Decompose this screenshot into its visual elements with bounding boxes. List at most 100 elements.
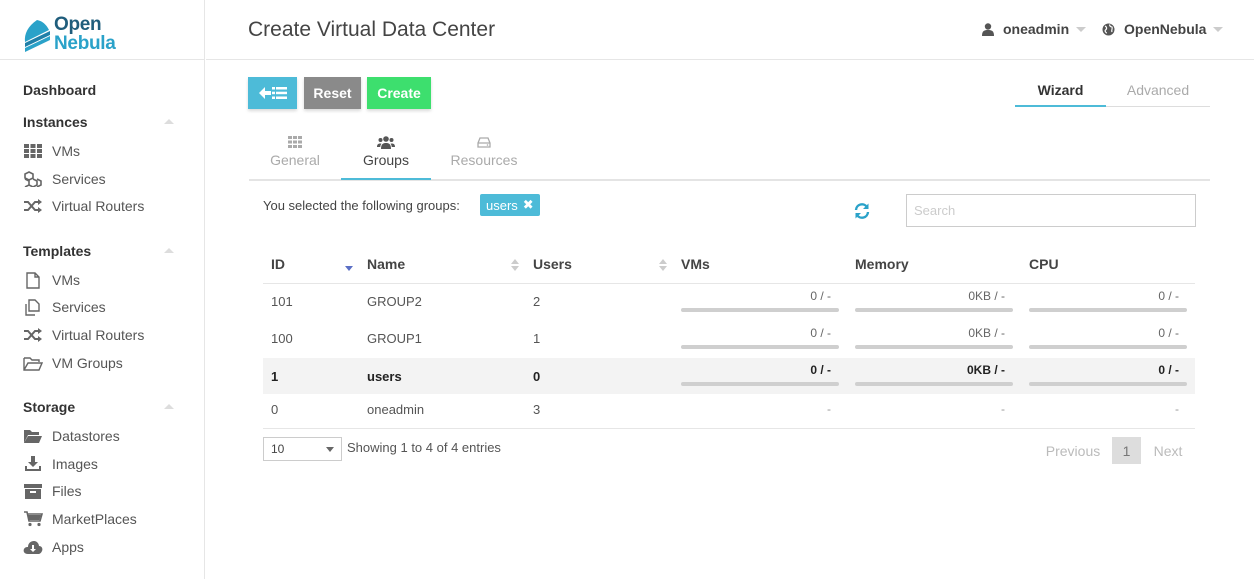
tab-advanced[interactable]: Advanced (1106, 82, 1210, 107)
cell-id: 100 (271, 331, 293, 346)
user-name: oneadmin (1003, 21, 1070, 37)
hdd-icon (477, 136, 491, 148)
table-row[interactable]: 0 oneadmin 3 - - - (263, 394, 1195, 428)
sidebar-item-label: Services (52, 299, 106, 315)
table-row[interactable]: 101 GROUP2 2 0 / - 0KB / - 0 / - (263, 284, 1195, 320)
cell-id: 101 (271, 294, 293, 309)
chevron-down-icon (326, 446, 334, 452)
vms-quota-bar (681, 308, 839, 312)
memory-quota-bar (855, 308, 1013, 312)
sidebar-item-templates-services[interactable]: Services (23, 297, 193, 317)
cell-users: 3 (533, 402, 541, 417)
sidebar-section-instances[interactable]: Instances (23, 114, 88, 130)
sidebar-section-templates[interactable]: Templates (23, 243, 91, 259)
sidebar-item-instances-services[interactable]: Services (23, 169, 193, 189)
tab-wizard[interactable]: Wizard (1015, 82, 1106, 107)
sidebar-item-label: VMs (52, 143, 80, 159)
reset-button[interactable]: Reset (304, 77, 361, 109)
sort-desc-icon[interactable] (345, 258, 353, 272)
chevron-down-icon (1076, 26, 1087, 32)
archive-icon (23, 483, 43, 499)
create-button[interactable]: Create (367, 77, 431, 109)
opennebula-logo[interactable]: Open Nebula (22, 15, 132, 55)
download-icon (23, 456, 43, 472)
sidebar-item-datastores[interactable]: Datastores (23, 426, 193, 446)
cell-cpu: 0 / - (1158, 289, 1179, 303)
tab-groups[interactable]: Groups (341, 134, 431, 180)
cloud-download-icon (23, 539, 43, 555)
cell-name: users (367, 369, 402, 384)
logo-icon (24, 20, 50, 52)
column-header-name[interactable]: Name (367, 256, 405, 272)
sidebar-item-label: VMs (52, 272, 80, 288)
pagination-page-1[interactable]: 1 (1112, 437, 1141, 464)
tab-resources[interactable]: Resources (431, 134, 537, 180)
cell-memory: 0KB / - (968, 326, 1005, 340)
folder-open-icon (23, 428, 43, 444)
collapse-caret-icon[interactable] (164, 248, 174, 253)
chevron-down-icon (1213, 26, 1224, 32)
globe-icon (1102, 23, 1115, 35)
table-row-selected[interactable]: 1 users 0 0 / - 0KB / - 0 / - (263, 358, 1195, 394)
cell-vms: 0 / - (810, 289, 831, 303)
folder-open-icon (23, 355, 43, 371)
users-icon (377, 135, 395, 149)
column-header-memory: Memory (855, 256, 909, 272)
cpu-quota-bar (1029, 345, 1187, 349)
memory-quota-bar (855, 345, 1013, 349)
sidebar-item-label: Services (52, 171, 106, 187)
back-to-list-button[interactable] (248, 77, 297, 109)
tab-label: General (270, 152, 320, 168)
cell-cpu: 0 / - (1158, 326, 1179, 340)
sidebar-item-marketplaces[interactable]: MarketPlaces (23, 509, 193, 529)
cell-vms: 0 / - (810, 326, 831, 340)
sidebar-item-templates-vms[interactable]: VMs (23, 270, 193, 290)
refresh-icon[interactable] (853, 202, 871, 220)
random-icon (23, 198, 43, 214)
sidebar-item-files[interactable]: Files (23, 481, 193, 501)
page-length-select[interactable]: 10 (263, 437, 342, 461)
sort-icon[interactable] (511, 258, 519, 272)
cell-vms: - (827, 402, 831, 416)
sidebar-item-instances-virtual-routers[interactable]: Virtual Routers (23, 196, 193, 216)
sidebar-item-templates-vm-groups[interactable]: VM Groups (23, 353, 193, 373)
sidebar-section-storage[interactable]: Storage (23, 399, 75, 415)
sidebar-item-images[interactable]: Images (23, 454, 193, 474)
cell-cpu: - (1175, 402, 1179, 416)
sort-icon[interactable] (659, 258, 667, 272)
top-bar: Create Virtual Data Center oneadmin Open… (206, 0, 1254, 60)
files-icon (23, 298, 43, 316)
sidebar-item-instances-vms[interactable]: VMs (23, 141, 193, 161)
pagination-next[interactable]: Next (1146, 437, 1190, 464)
search-input[interactable] (906, 194, 1196, 227)
logo-text-open: Open (54, 14, 102, 35)
logo-text-nebula: Nebula (54, 33, 116, 54)
close-icon[interactable]: ✖ (523, 197, 534, 213)
collapse-caret-icon[interactable] (164, 404, 174, 409)
table-row[interactable]: 100 GROUP1 1 0 / - 0KB / - 0 / - (263, 321, 1195, 357)
column-header-vms: VMs (681, 256, 710, 272)
column-header-id[interactable]: ID (271, 256, 285, 272)
user-icon (982, 22, 994, 36)
tab-general[interactable]: General (249, 134, 341, 180)
pagination-previous[interactable]: Previous (1040, 437, 1106, 464)
sidebar-item-label: Images (52, 456, 98, 472)
cell-memory: 0KB / - (966, 363, 1005, 377)
sidebar-item-label: MarketPlaces (52, 511, 137, 527)
column-header-users[interactable]: Users (533, 256, 572, 272)
sidebar-item-apps[interactable]: Apps (23, 537, 193, 557)
th-icon (288, 136, 302, 148)
cell-users: 2 (533, 294, 541, 309)
sidebar-item-templates-virtual-routers[interactable]: Virtual Routers (23, 325, 193, 345)
user-menu[interactable]: oneadmin (982, 21, 1087, 37)
zone-menu[interactable]: OpenNebula (1102, 21, 1224, 37)
collapse-caret-icon[interactable] (164, 119, 174, 124)
vms-quota-bar (681, 345, 839, 349)
cell-vms: 0 / - (810, 363, 831, 377)
cpu-quota-bar (1029, 382, 1187, 386)
page-title: Create Virtual Data Center (248, 18, 496, 41)
file-icon (23, 271, 43, 289)
sidebar-dashboard[interactable]: Dashboard (23, 82, 96, 98)
selected-group-tag[interactable]: users ✖ (480, 194, 540, 216)
sidebar-item-label: Apps (52, 539, 84, 555)
